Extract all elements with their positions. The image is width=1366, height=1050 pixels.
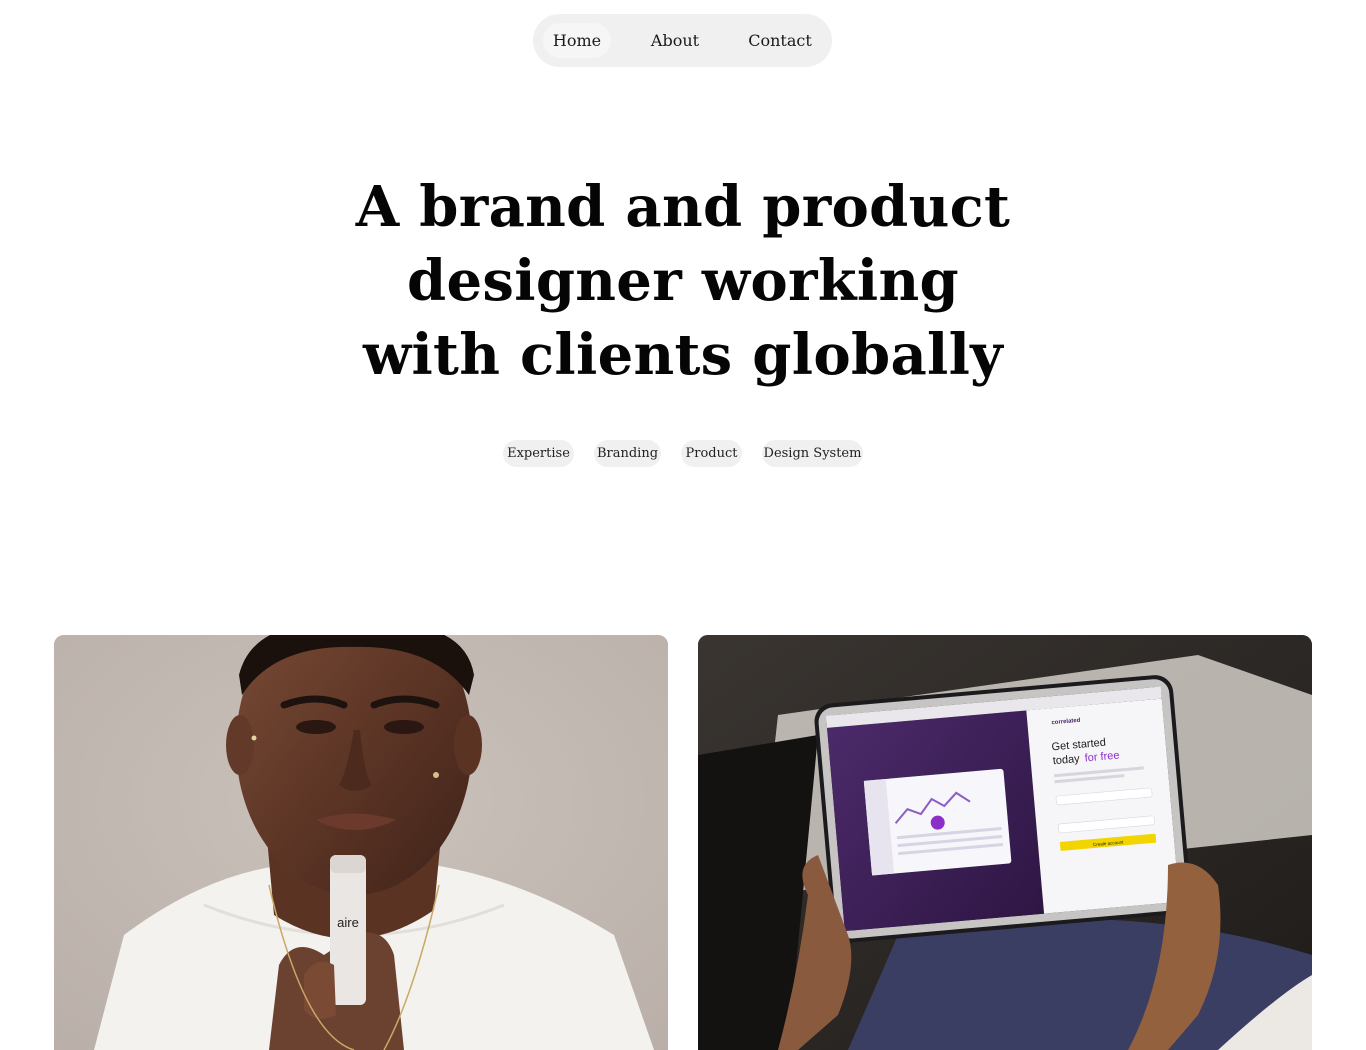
hero-title-line-1: A brand and product [355, 174, 1011, 240]
expertise-tags: Expertise Branding Product Design System [0, 440, 1366, 467]
page: Home About Contact A brand and product d… [0, 0, 1366, 1050]
project-card-aire[interactable]: aire [54, 635, 668, 1050]
project-card-correlated[interactable]: correlated Get started today for free Cr… [698, 635, 1312, 1050]
portrait-image: aire [54, 635, 668, 1050]
tablet-image: correlated Get started today for free Cr… [698, 635, 1312, 1050]
hero-title-line-2: designer working [407, 248, 959, 314]
top-nav: Home About Contact [533, 14, 832, 67]
nav-contact-link[interactable]: Contact [739, 23, 821, 58]
tag-branding: Branding [594, 440, 661, 467]
tag-design-system: Design System [762, 440, 863, 467]
tag-product: Product [681, 440, 742, 467]
nav-home-link[interactable]: Home [543, 23, 611, 58]
hero-title: A brand and product designer working wit… [333, 170, 1033, 392]
tablet-heading-2: today [1052, 753, 1080, 767]
hero-title-line-3: with clients globally [362, 322, 1004, 388]
aire-logo: aire [337, 915, 359, 930]
tag-expertise: Expertise [503, 440, 574, 467]
nav-about-link[interactable]: About [641, 23, 709, 58]
